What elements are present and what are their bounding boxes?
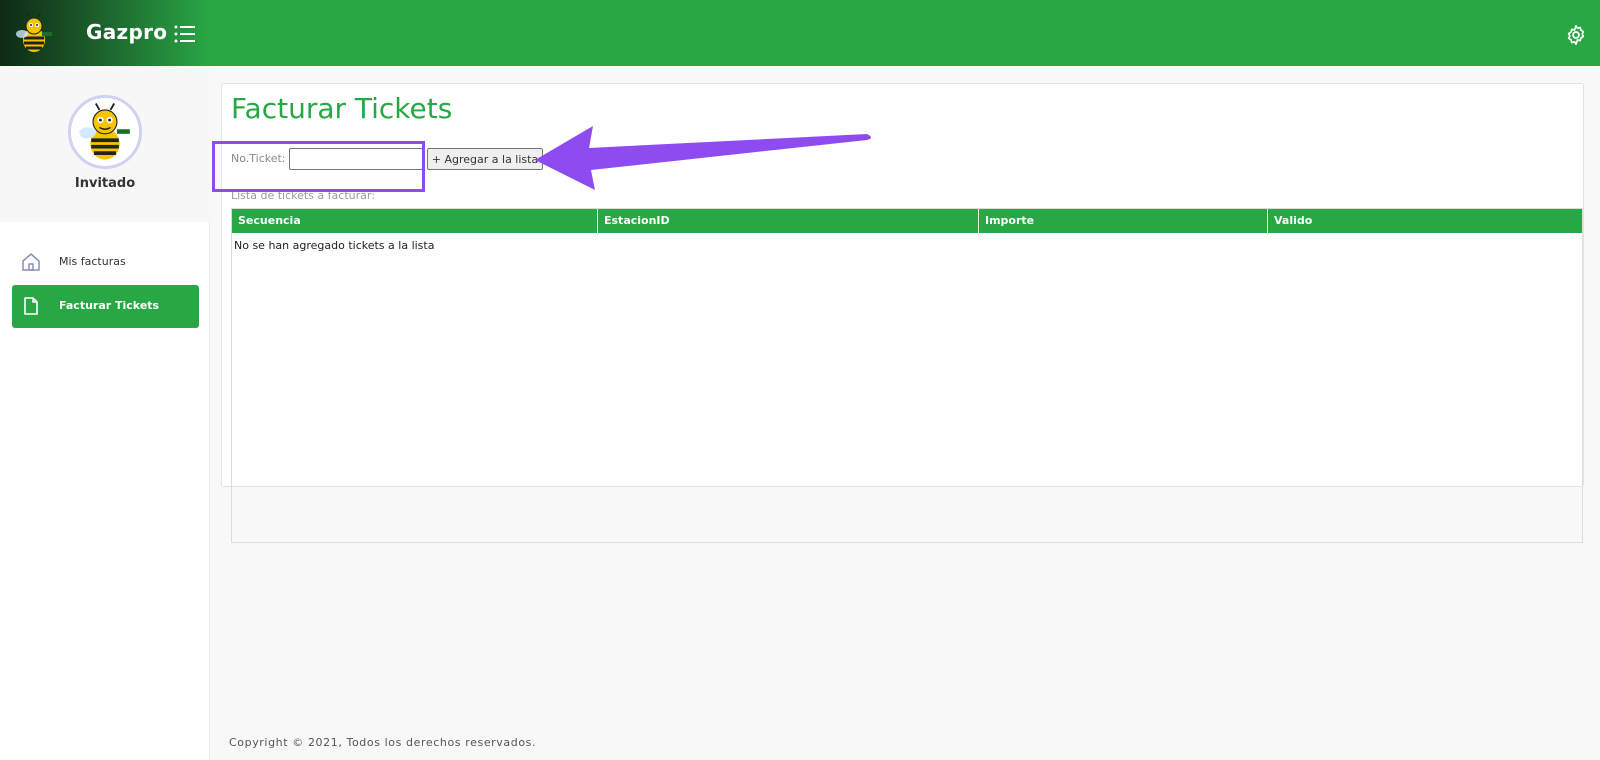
ticket-number-input[interactable] xyxy=(289,148,423,170)
user-name: Invitado xyxy=(74,176,136,191)
table-empty-message: No se han agregado tickets a la lista xyxy=(234,239,435,252)
sidebar-item-facturar-tickets[interactable]: Facturar Tickets xyxy=(12,285,199,328)
table-header: Secuencia EstacionID Importe Valido xyxy=(232,209,1582,233)
column-header-importe: Importe xyxy=(979,209,1268,233)
gear-icon[interactable] xyxy=(1565,24,1587,46)
file-icon xyxy=(24,297,38,315)
home-icon xyxy=(22,253,40,271)
tickets-table: Secuencia EstacionID Importe Valido No s… xyxy=(231,208,1583,543)
footer-copyright: Copyright © 2021, Todos los derechos res… xyxy=(229,736,537,749)
user-profile: Invitado xyxy=(0,66,210,222)
ticket-number-label: No.Ticket: xyxy=(231,152,286,165)
page-title: Facturar Tickets xyxy=(231,92,453,125)
add-to-list-button[interactable]: + Agregar a la lista xyxy=(427,148,543,170)
ticket-list-label: Lista de tickets a facturar: xyxy=(231,189,375,202)
sidebar-item-label: Mis facturas xyxy=(59,255,126,268)
bee-avatar-icon xyxy=(79,103,130,160)
sidebar-item-label: Facturar Tickets xyxy=(59,299,160,312)
column-header-estacionid: EstacionID xyxy=(598,209,979,233)
column-header-secuencia: Secuencia xyxy=(232,209,598,233)
avatar xyxy=(68,95,142,169)
brand-area: Gazpro xyxy=(0,0,210,66)
column-header-valido: Valido xyxy=(1274,214,1313,227)
menu-list-icon[interactable] xyxy=(174,24,196,44)
sidebar-item-mis-facturas[interactable]: Mis facturas xyxy=(12,241,199,284)
main-card: Facturar Tickets No.Ticket: + Agregar a … xyxy=(221,83,1584,543)
top-bar: Gazpro xyxy=(0,0,1600,66)
app-name: Gazpro xyxy=(86,20,168,44)
sidebar: Invitado Mis facturas Facturar Tickets xyxy=(0,66,210,760)
bee-logo-icon xyxy=(16,12,52,52)
